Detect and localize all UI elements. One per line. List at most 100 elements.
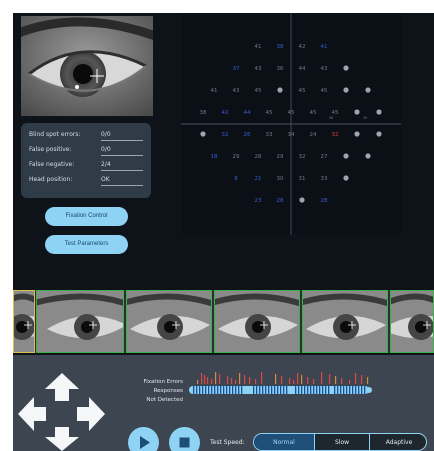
- test-parameters-button[interactable]: Test Parameters: [45, 235, 128, 254]
- response-mark: [241, 386, 243, 394]
- field-point-unseen: [376, 131, 382, 137]
- fixation-error-mark: [204, 375, 206, 384]
- fixation-error-mark: [275, 374, 277, 384]
- eye-frame-thumbnail[interactable]: [302, 290, 388, 353]
- field-point-unseen: [277, 87, 283, 93]
- field-point-value: 24: [310, 132, 317, 138]
- fixation-error-mark: [313, 379, 315, 384]
- field-point-unseen: [354, 109, 360, 115]
- response-mark: [325, 386, 327, 394]
- down-arrow-icon[interactable]: [45, 427, 79, 451]
- field-point-value: 45: [310, 110, 317, 116]
- eye-frame-thumbnail[interactable]: [214, 290, 300, 353]
- fixation-error-mark: [239, 373, 241, 384]
- field-point-value: 34: [288, 132, 295, 138]
- response-mark: [328, 386, 330, 394]
- fixation-error-mark: [231, 378, 233, 384]
- field-point-value: 42: [299, 44, 306, 50]
- visual-field-plot: 41 38 42 41 37 43 36 44 43 41 43 45 45 45 38 42 44 45 45 45…: [181, 13, 401, 235]
- up-arrow-icon[interactable]: [45, 373, 79, 401]
- response-mark: [214, 386, 216, 394]
- field-point-value: 38: [200, 110, 207, 116]
- fixation-error-mark: [367, 377, 369, 384]
- response-mark: [295, 386, 297, 394]
- fixation-error-mark: [329, 374, 331, 384]
- axis-tick-label: 30: [363, 116, 367, 120]
- eye-frame-thumbnail[interactable]: [126, 290, 212, 353]
- test-speed-selector: Normal Slow Adaptive: [253, 433, 427, 451]
- false-positive-value: 0/0: [101, 144, 143, 156]
- left-arrow-icon[interactable]: [18, 397, 46, 431]
- field-point-value: 43: [233, 88, 240, 94]
- response-mark: [346, 386, 348, 394]
- field-point-value: 41: [211, 88, 218, 94]
- blind-spot-label: Blind spot errors:: [29, 131, 81, 138]
- field-point-value: 37: [233, 66, 240, 72]
- field-point-unseen: [299, 197, 305, 203]
- field-point-unseen: [343, 153, 349, 159]
- field-point-value: 29: [277, 154, 284, 160]
- fixation-error-mark: [341, 378, 343, 384]
- false-positive-label: False positive:: [29, 146, 72, 153]
- speed-option-normal[interactable]: Normal: [254, 434, 314, 450]
- response-mark: [202, 386, 204, 394]
- play-button[interactable]: [128, 427, 159, 451]
- stop-button[interactable]: [169, 427, 200, 451]
- field-point-value: 18: [211, 154, 218, 160]
- field-point-value: 45: [266, 110, 273, 116]
- head-position-value: OK: [101, 174, 143, 186]
- response-mark: [340, 386, 342, 394]
- response-mark: [208, 386, 210, 394]
- fixation-error-mark: [255, 379, 257, 384]
- response-mark: [217, 386, 219, 394]
- speed-option-slow[interactable]: Slow: [314, 434, 369, 450]
- field-point-value: 28: [277, 198, 284, 204]
- response-mark: [235, 386, 237, 394]
- eye-frame-thumbnail[interactable]: [36, 290, 124, 353]
- test-speed-label: Test Speed:: [210, 439, 245, 446]
- fixation-error-mark: [321, 372, 323, 384]
- head-position-label: Head position:: [29, 176, 73, 183]
- field-point-unseen: [200, 131, 206, 137]
- field-point-value: 32: [332, 132, 339, 138]
- eye-frame-thumbnail[interactable]: [390, 290, 434, 353]
- field-point-value: 45: [255, 88, 262, 94]
- fixation-error-mark: [361, 375, 363, 384]
- eye-camera-view: [21, 16, 153, 116]
- field-point-value: 32: [222, 132, 229, 138]
- field-point-value: 44: [299, 66, 306, 72]
- response-mark: [274, 386, 276, 394]
- response-mark: [322, 386, 324, 394]
- field-point-value: 33: [321, 176, 328, 182]
- timeline-cursor[interactable]: [366, 387, 372, 393]
- responses-label: Responses: [153, 388, 183, 394]
- speed-option-adaptive[interactable]: Adaptive: [369, 434, 426, 450]
- field-point-value: 28: [321, 198, 328, 204]
- fixation-error-mark: [289, 378, 291, 384]
- response-mark: [220, 386, 222, 394]
- fixation-error-mark: [335, 376, 337, 384]
- field-point-value: 33: [266, 132, 273, 138]
- fixation-error-mark: [297, 373, 299, 384]
- field-point-value: 21: [255, 176, 262, 182]
- response-mark: [358, 386, 360, 394]
- control-panel: Fixation Errors Responses Not Detected T…: [13, 355, 434, 451]
- fixation-control-button[interactable]: Fixation Control: [45, 207, 128, 226]
- perimetry-app: Blind spot errors: 0/0 False positive: 0…: [13, 13, 434, 451]
- response-mark: [337, 386, 339, 394]
- fixation-error-mark: [355, 373, 357, 384]
- field-point-value: 44: [244, 110, 251, 116]
- field-point-value: 43: [255, 66, 262, 72]
- response-mark: [304, 386, 306, 394]
- fixation-error-mark: [249, 377, 251, 384]
- response-mark: [205, 386, 207, 394]
- false-positive-row: False positive: 0/0: [29, 144, 143, 156]
- response-mark: [343, 386, 345, 394]
- field-point-value: 41: [321, 44, 328, 50]
- response-mark: [361, 386, 363, 394]
- eye-frame-thumbnail[interactable]: [13, 290, 35, 353]
- right-arrow-icon[interactable]: [77, 397, 105, 431]
- field-point-unseen: [343, 87, 349, 93]
- axis-tick-label: 30: [329, 116, 333, 120]
- response-mark: [199, 386, 201, 394]
